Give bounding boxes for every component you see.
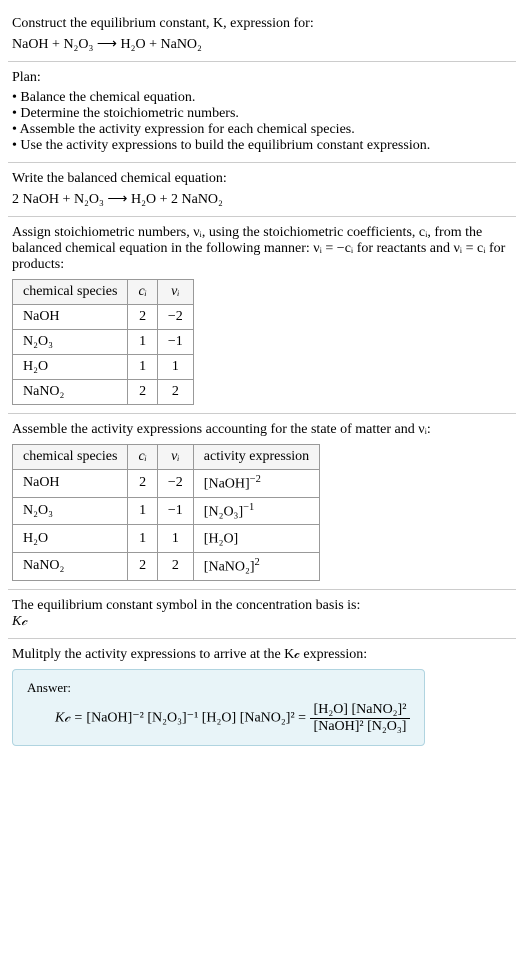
species-cell: NaNO₂ xyxy=(13,552,128,580)
v-cell: 1 xyxy=(157,355,193,380)
fraction-denominator: [NaOH]² [N₂O₃] xyxy=(310,719,411,735)
table-header-row: chemical species cᵢ νᵢ activity expressi… xyxy=(13,445,320,470)
answer-fraction: [H₂O] [NaNO₂]²[NaOH]² [N₂O₃] xyxy=(310,702,411,735)
table-row: N₂O₃ 1 −1 xyxy=(13,330,194,355)
fraction-numerator: [H₂O] [NaNO₂]² xyxy=(310,702,411,719)
activity-table: chemical species cᵢ νᵢ activity expressi… xyxy=(12,444,320,581)
answer-lhs: K𝒸 = xyxy=(55,710,86,725)
v-cell: 1 xyxy=(157,525,193,553)
species-cell: H₂O xyxy=(13,525,128,553)
intro-line1: Construct the equilibrium constant, K, e… xyxy=(12,16,314,31)
v-cell: 2 xyxy=(157,552,193,580)
multiply-section: Mulitply the activity expressions to arr… xyxy=(8,639,516,754)
answer-box: Answer: K𝒸 = [NaOH]⁻² [N₂O₃]⁻¹ [H₂O] [Na… xyxy=(12,669,425,746)
plan-list: Balance the chemical equation. Determine… xyxy=(12,90,512,154)
plan-item: Balance the chemical equation. xyxy=(12,90,512,106)
c-cell: 1 xyxy=(128,497,157,525)
table-header: chemical species xyxy=(13,280,128,305)
table-header: cᵢ xyxy=(128,445,157,470)
table-header: νᵢ xyxy=(157,445,193,470)
answer-formula: K𝒸 = [NaOH]⁻² [N₂O₃]⁻¹ [H₂O] [NaNO₂]² = … xyxy=(27,702,410,735)
table-header: chemical species xyxy=(13,445,128,470)
species-cell: N₂O₃ xyxy=(13,330,128,355)
plan-section: Plan: Balance the chemical equation. Det… xyxy=(8,62,516,163)
plan-item: Determine the stoichiometric numbers. xyxy=(12,106,512,122)
c-cell: 1 xyxy=(128,330,157,355)
balanced-title: Write the balanced chemical equation: xyxy=(12,171,512,187)
expr-base: [N₂O₃] xyxy=(204,504,243,519)
v-cell: 2 xyxy=(157,380,193,405)
table-row: H₂O 1 1 [H₂O] xyxy=(13,525,320,553)
species-cell: NaNO₂ xyxy=(13,380,128,405)
c-cell: 2 xyxy=(128,470,157,498)
expr-cell: [N₂O₃]−1 xyxy=(193,497,319,525)
species-cell: NaOH xyxy=(13,305,128,330)
c-cell: 1 xyxy=(128,355,157,380)
expr-cell: [NaOH]−2 xyxy=(193,470,319,498)
multiply-intro: Mulitply the activity expressions to arr… xyxy=(12,647,512,663)
expr-base: [H₂O] xyxy=(204,532,238,547)
activity-section: Assemble the activity expressions accoun… xyxy=(8,414,516,590)
v-cell: −1 xyxy=(157,330,193,355)
c-cell: 2 xyxy=(128,305,157,330)
eq-const-text: The equilibrium constant symbol in the c… xyxy=(12,598,512,614)
table-row: NaOH 2 −2 [NaOH]−2 xyxy=(13,470,320,498)
answer-label: Answer: xyxy=(27,680,410,696)
table-header: νᵢ xyxy=(157,280,193,305)
intro-text: Construct the equilibrium constant, K, e… xyxy=(12,16,512,32)
table-row: N₂O₃ 1 −1 [N₂O₃]−1 xyxy=(13,497,320,525)
v-cell: −2 xyxy=(157,470,193,498)
stoich-section: Assign stoichiometric numbers, νᵢ, using… xyxy=(8,217,516,414)
answer-flat: [NaOH]⁻² [N₂O₃]⁻¹ [H₂O] [NaNO₂]² = xyxy=(86,710,309,725)
plan-title: Plan: xyxy=(12,70,512,86)
v-cell: −2 xyxy=(157,305,193,330)
v-cell: −1 xyxy=(157,497,193,525)
table-header: cᵢ xyxy=(128,280,157,305)
activity-intro: Assemble the activity expressions accoun… xyxy=(12,422,512,438)
expr-cell: [NaNO₂]2 xyxy=(193,552,319,580)
c-cell: 2 xyxy=(128,380,157,405)
intro-equation: NaOH + N₂O₃ ⟶ H₂O + NaNO₂ xyxy=(12,36,512,53)
table-header: activity expression xyxy=(193,445,319,470)
eq-const-section: The equilibrium constant symbol in the c… xyxy=(8,590,516,639)
plan-item: Use the activity expressions to build th… xyxy=(12,138,512,154)
species-cell: N₂O₃ xyxy=(13,497,128,525)
intro-section: Construct the equilibrium constant, K, e… xyxy=(8,8,516,62)
species-cell: H₂O xyxy=(13,355,128,380)
expr-exp: −2 xyxy=(250,474,261,485)
eq-const-symbol: K𝒸 xyxy=(12,614,512,630)
stoich-table: chemical species cᵢ νᵢ NaOH 2 −2 N₂O₃ 1 … xyxy=(12,279,194,405)
expr-exp: −1 xyxy=(243,502,254,513)
expr-exp: 2 xyxy=(255,557,260,568)
expr-base: [NaOH] xyxy=(204,477,250,492)
c-cell: 2 xyxy=(128,552,157,580)
balanced-section: Write the balanced chemical equation: 2 … xyxy=(8,163,516,217)
species-cell: NaOH xyxy=(13,470,128,498)
expr-cell: [H₂O] xyxy=(193,525,319,553)
table-row: H₂O 1 1 xyxy=(13,355,194,380)
balanced-equation: 2 NaOH + N₂O₃ ⟶ H₂O + 2 NaNO₂ xyxy=(12,191,512,208)
table-row: NaOH 2 −2 xyxy=(13,305,194,330)
table-header-row: chemical species cᵢ νᵢ xyxy=(13,280,194,305)
table-row: NaNO₂ 2 2 xyxy=(13,380,194,405)
expr-base: [NaNO₂] xyxy=(204,560,255,575)
table-row: NaNO₂ 2 2 [NaNO₂]2 xyxy=(13,552,320,580)
plan-item: Assemble the activity expression for eac… xyxy=(12,122,512,138)
stoich-intro: Assign stoichiometric numbers, νᵢ, using… xyxy=(12,225,512,273)
c-cell: 1 xyxy=(128,525,157,553)
